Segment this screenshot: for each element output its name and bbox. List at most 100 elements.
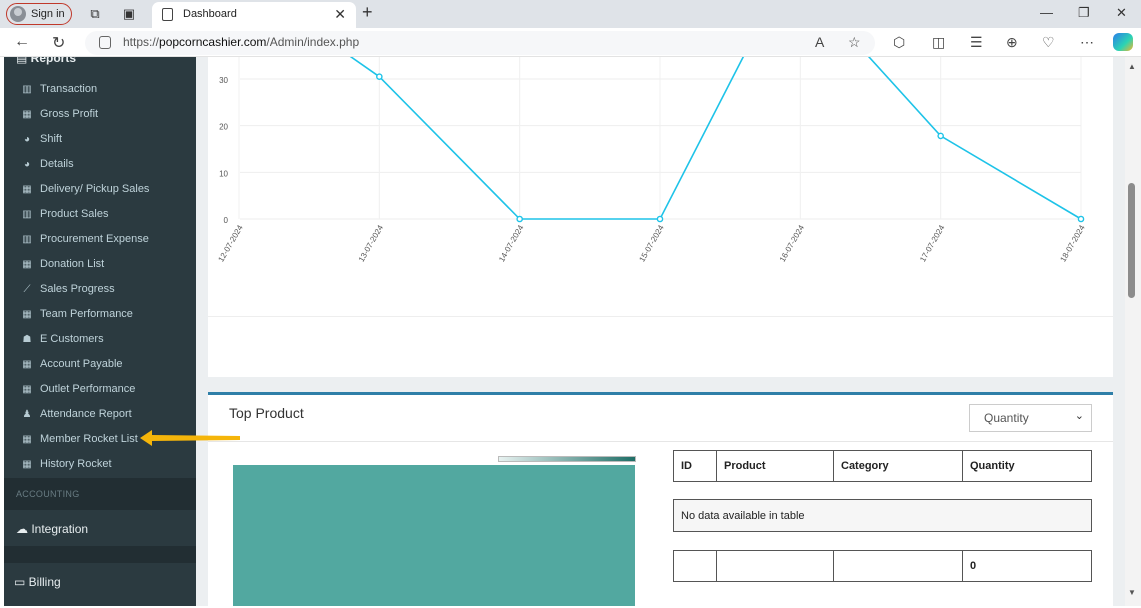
top-product-table: ID Product Category Quantity — [673, 450, 1092, 482]
color-scale-legend — [498, 456, 636, 462]
x-tick-label: 12-07-2024 — [216, 223, 245, 263]
split-screen-icon[interactable]: ◫ — [932, 34, 945, 51]
product-bar — [233, 465, 635, 606]
sidebar-item-label: Delivery/ Pickup Sales — [40, 183, 150, 195]
bar-chart-icon: ▥ — [22, 208, 32, 220]
more-icon[interactable]: ⋯ — [1080, 34, 1094, 51]
sidebar-item-e-customers[interactable]: ☗ E Customers — [20, 328, 104, 350]
scroll-up-icon[interactable]: ▲ — [1128, 62, 1136, 71]
refresh-icon[interactable]: ↻ — [52, 33, 65, 53]
workspaces-icon[interactable]: ⧉ — [86, 5, 104, 23]
sidebar-item-integration[interactable]: ☁ Integration — [4, 510, 196, 546]
sidebar: Reports ▥Transaction▦Gross Profit◕Shift◕… — [4, 57, 196, 606]
sidebar-item-history-rocket[interactable]: ▦ History Rocket — [20, 453, 112, 475]
sidebar-item-transaction[interactable]: ▥ Transaction — [20, 78, 97, 100]
sign-in-label: Sign in — [31, 8, 65, 20]
x-tick-label: 13-07-2024 — [357, 223, 386, 263]
url-field[interactable]: https://popcorncashier.com/Admin/index.p… — [85, 31, 875, 55]
annotation-arrow — [140, 430, 240, 446]
sidebar-item-procurement-expense[interactable]: ▥ Procurement Expense — [20, 228, 149, 250]
restore-icon[interactable]: ❐ — [1078, 5, 1090, 21]
sidebar-item-label: Account Payable — [40, 358, 123, 370]
sidebar-item-label: Shift — [40, 133, 63, 145]
metric-select-value: Quantity — [984, 411, 1029, 425]
browser-tab-bar: Sign in ⧉ ▣ Dashboard ✕ + — ❐ ✕ — [0, 0, 1141, 28]
sales-chart-card: 0 10 20 30 12-07-2024 13-07-2024 14-07-2024 15-… — [208, 57, 1113, 377]
back-icon[interactable]: ← — [14, 33, 30, 51]
column-header-product[interactable]: Product — [716, 450, 834, 482]
sidebar-item-account-payable[interactable]: ▦ Account Payable — [20, 353, 123, 375]
sidebar-item-team-performance[interactable]: ▦ Team Performance — [20, 303, 133, 325]
footer-total: 0 — [962, 550, 1092, 582]
column-header-quantity[interactable]: Quantity — [962, 450, 1092, 482]
sidebar-item-sales-progress[interactable]: ⟋ Sales Progress — [20, 278, 115, 300]
pie-chart-icon: ◕ — [23, 158, 31, 170]
read-aloud-icon[interactable]: A — [815, 34, 824, 50]
bar-chart-icon: ▥ — [22, 83, 32, 95]
sidebar-item-donation-list[interactable]: ▦ Donation List — [20, 253, 104, 275]
table-footer: 0 — [673, 550, 1092, 582]
table-icon: ▦ — [22, 108, 32, 120]
column-header-id[interactable]: ID — [673, 450, 717, 482]
y-tick-label: 0 — [224, 216, 229, 225]
browser-essentials-icon[interactable]: ♡ — [1042, 34, 1055, 51]
sidebar-divider — [4, 546, 196, 563]
sidebar-item-label: History Rocket — [40, 458, 112, 470]
sidebar-item-label: Team Performance — [40, 308, 133, 320]
x-tick-label: 15-07-2024 — [637, 223, 666, 263]
sidebar-item-delivery-pickup-sales[interactable]: ▦ Delivery/ Pickup Sales — [20, 178, 149, 200]
sign-in-button[interactable]: Sign in — [6, 3, 72, 25]
scrollbar[interactable] — [1125, 57, 1141, 606]
collections-icon[interactable]: ⊕ — [1006, 34, 1018, 51]
sidebar-item-label: Procurement Expense — [40, 233, 149, 245]
y-tick-label: 10 — [219, 169, 228, 178]
sidebar-item-label: Donation List — [40, 258, 105, 270]
table-icon: ▦ — [22, 183, 32, 195]
sidebar-item-member-rocket-list[interactable]: ▦ Member Rocket List — [20, 428, 138, 450]
footer-cell — [716, 550, 834, 582]
tab-dashboard[interactable]: Dashboard ✕ — [152, 2, 356, 28]
x-tick-label: 14-07-2024 — [497, 223, 526, 263]
sidebar-item-label: Member Rocket List — [40, 433, 138, 445]
sidebar-item-label: Billing — [28, 575, 61, 589]
top-product-card: Top Product Quantity ⌄ ID Product Catego… — [208, 392, 1113, 606]
copilot-icon[interactable] — [1113, 33, 1133, 51]
data-point — [937, 132, 944, 140]
sidebar-item-gross-profit[interactable]: ▦ Gross Profit — [20, 103, 98, 125]
scroll-down-icon[interactable]: ▼ — [1128, 588, 1136, 597]
column-header-category[interactable]: Category — [833, 450, 963, 482]
data-point — [1077, 215, 1085, 223]
sidebar-item-billing[interactable]: ▭ Billing — [4, 563, 196, 606]
sidebar-item-label: Integration — [31, 522, 89, 536]
sidebar-item-outlet-performance[interactable]: ▦ Outlet Performance — [20, 378, 135, 400]
series-line — [349, 57, 1082, 220]
table-icon: ▦ — [22, 308, 32, 320]
main-content: 0 10 20 30 12-07-2024 13-07-2024 14-07-2024 15-… — [196, 57, 1125, 606]
chevron-down-icon: ⌄ — [1074, 410, 1084, 422]
sidebar-item-label: Gross Profit — [40, 108, 99, 120]
close-tab-icon[interactable]: ✕ — [334, 6, 346, 23]
sidebar-item-details[interactable]: ◕ Details — [20, 153, 74, 175]
data-point — [516, 215, 523, 223]
tab-actions-icon[interactable]: ▣ — [120, 5, 138, 23]
minimize-icon[interactable]: — — [1040, 5, 1053, 20]
table-icon: ▦ — [22, 433, 32, 445]
scrollbar-thumb[interactable] — [1128, 183, 1135, 298]
x-tick-label: 16-07-2024 — [778, 223, 807, 263]
sidebar-item-label: Details — [40, 158, 74, 170]
sidebar-item-shift[interactable]: ◕ Shift — [20, 128, 62, 150]
metric-select[interactable]: Quantity ⌄ — [969, 404, 1092, 432]
data-point — [656, 215, 664, 223]
table-icon: ▦ — [22, 358, 32, 370]
sidebar-reports-header[interactable]: Reports — [16, 57, 76, 65]
new-tab-icon[interactable]: + — [362, 2, 373, 23]
line-chart-icon: ⟋ — [23, 283, 31, 295]
sidebar-item-product-sales[interactable]: ▥ Product Sales — [20, 203, 108, 225]
sidebar-item-attendance-report[interactable]: ♟ Attendance Report — [20, 403, 132, 425]
close-window-icon[interactable]: ✕ — [1116, 5, 1127, 21]
extensions-icon[interactable]: ⬡ — [893, 34, 905, 51]
lock-icon — [99, 36, 111, 49]
favorites-icon[interactable]: ☰ — [970, 34, 983, 51]
table-icon: ▦ — [22, 383, 32, 395]
favorite-star-icon[interactable]: ☆ — [848, 34, 861, 51]
